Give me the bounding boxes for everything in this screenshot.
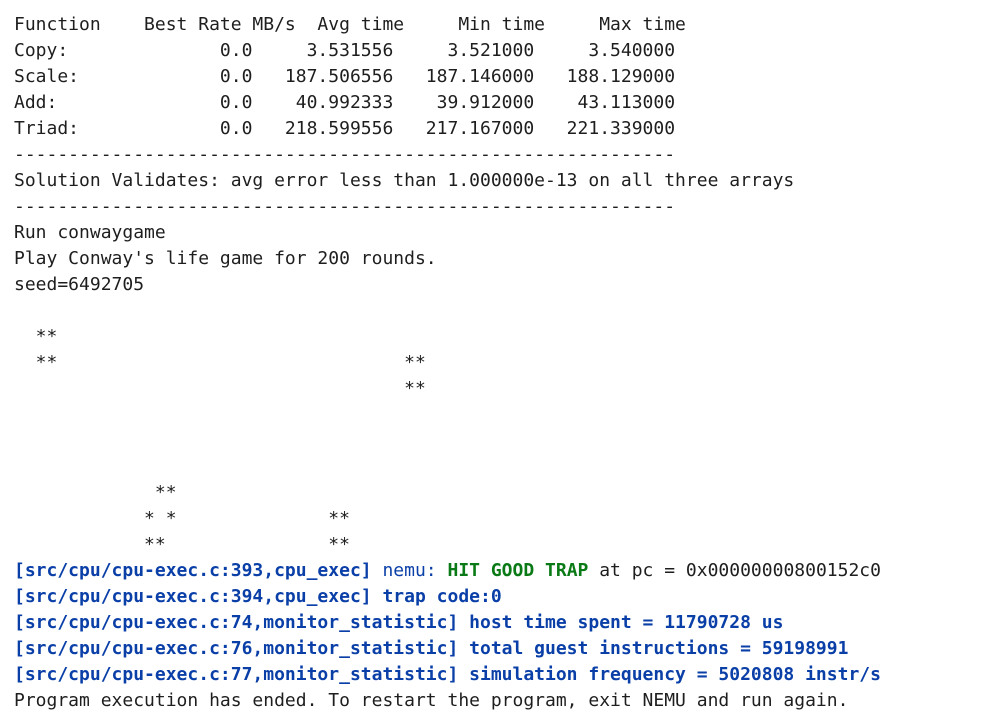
terminal-output: Function Best Rate MB/s Avg time Min tim… — [14, 12, 984, 714]
stream-row-scale: Scale: 0.0 187.506556 187.146000 188.129… — [14, 66, 676, 87]
stream-table-header: Function Best Rate MB/s Avg time Min tim… — [14, 14, 686, 35]
stream-row-add: Add: 0.0 40.992333 39.912000 43.113000 — [14, 92, 676, 113]
stream-row-triad: Triad: 0.0 218.599556 217.167000 221.339… — [14, 118, 676, 139]
separator-line: ----------------------------------------… — [14, 144, 676, 165]
trap-nemu-label: nemu: — [371, 560, 448, 581]
guest-instructions-line: [src/cpu/cpu-exec.c:76,monitor_statistic… — [14, 638, 849, 659]
conway-grid-row — [14, 454, 984, 480]
separator-line: ----------------------------------------… — [14, 196, 676, 217]
trap-pc-value: at pc = 0x00000000800152c0 — [588, 560, 881, 581]
run-conwaygame-line: Run conwaygame — [14, 222, 166, 243]
conway-grid-row — [14, 402, 984, 428]
validation-message: Solution Validates: avg error less than … — [14, 170, 795, 191]
conway-grid-row: ** — [14, 482, 177, 503]
conway-grid-row — [14, 428, 984, 454]
stream-row-copy: Copy: 0.0 3.531556 3.521000 3.540000 — [14, 40, 676, 61]
seed-line: seed=6492705 — [14, 274, 145, 295]
conway-grid-row: ** ** — [14, 352, 426, 373]
trap-source-location: [src/cpu/cpu-exec.c:393,cpu_exec] — [14, 560, 372, 581]
conway-grid-row: ** — [14, 378, 426, 399]
trap-code-line: [src/cpu/cpu-exec.c:394,cpu_exec] trap c… — [14, 586, 502, 607]
conway-grid-row: ** — [14, 326, 58, 347]
nemu-trap-line: [src/cpu/cpu-exec.c:393,cpu_exec] nemu: … — [14, 558, 984, 584]
program-ended-message: Program execution has ended. To restart … — [14, 690, 849, 711]
play-conway-line: Play Conway's life game for 200 rounds. — [14, 248, 437, 269]
simulation-frequency-line: [src/cpu/cpu-exec.c:77,monitor_statistic… — [14, 664, 881, 685]
hit-good-trap-status: HIT GOOD TRAP — [447, 560, 589, 581]
conway-grid-row: ** ** — [14, 534, 350, 555]
conway-grid-row: * * ** — [14, 508, 350, 529]
host-time-line: [src/cpu/cpu-exec.c:74,monitor_statistic… — [14, 612, 784, 633]
conway-grid-row — [14, 298, 984, 324]
